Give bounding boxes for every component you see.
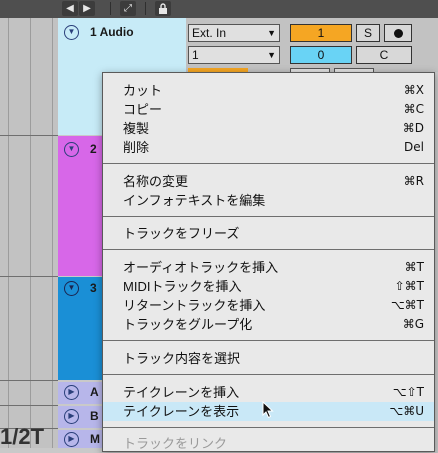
track-name[interactable]: M xyxy=(90,432,100,446)
track-name[interactable]: A xyxy=(90,385,99,399)
menu-item-label: オーディオトラックを挿入 xyxy=(123,260,279,275)
menu-item-shortcut: ⌘C xyxy=(403,102,424,116)
fold-arrow-icon[interactable]: ▼ xyxy=(64,142,79,157)
track-divider xyxy=(0,380,58,381)
menu-item-shortcut: ⌥⌘T xyxy=(390,298,424,312)
input-type-select[interactable]: Ext. In ▼ xyxy=(188,24,280,42)
menu-item-shortcut: ⌘R xyxy=(403,174,424,188)
menu-item-label: トラックをフリーズ xyxy=(123,226,240,241)
context-menu: カット ⌘X コピー ⌘C 複製 ⌘D 削除 Del 名称の変更 ⌘R インフォ… xyxy=(102,72,435,452)
expand-icon[interactable]: ⤢ xyxy=(120,1,136,16)
menu-item-label: 削除 xyxy=(123,140,150,155)
track-name[interactable]: B xyxy=(90,409,99,423)
track-name[interactable]: 3 xyxy=(90,281,97,295)
mouse-pointer-icon xyxy=(262,400,274,424)
menu-separator xyxy=(103,427,434,428)
menu-item-label: MIDIトラックを挿入 xyxy=(123,279,242,294)
arrow-right-icon[interactable]: ▶ xyxy=(79,1,95,16)
track-name[interactable]: 2 xyxy=(90,142,97,156)
menu-item-copy[interactable]: コピー ⌘C xyxy=(103,100,434,119)
play-arrow-icon[interactable]: ▶ xyxy=(64,432,79,447)
menu-item-duplicate[interactable]: 複製 ⌘D xyxy=(103,119,434,138)
lock-icon[interactable] xyxy=(155,1,171,16)
toolbar-divider xyxy=(145,2,146,15)
menu-item-rename[interactable]: 名称の変更 ⌘R xyxy=(103,172,434,191)
menu-item-shortcut: ⌥⇧T xyxy=(392,385,424,399)
play-arrow-icon[interactable]: ▶ xyxy=(64,385,79,400)
menu-item-insert-audio-track[interactable]: オーディオトラックを挿入 ⌘T xyxy=(103,258,434,277)
menu-item-shortcut: Del xyxy=(404,140,424,154)
menu-item-insert-return-track[interactable]: リターントラックを挿入 ⌥⌘T xyxy=(103,296,434,315)
menu-item-link-tracks[interactable]: トラックをリンク xyxy=(103,434,434,453)
grid-line xyxy=(8,18,9,448)
menu-separator xyxy=(103,163,434,164)
menu-item-group-tracks[interactable]: トラックをグループ化 ⌘G xyxy=(103,315,434,334)
solo-button[interactable]: S xyxy=(356,24,380,42)
track-divider xyxy=(0,276,58,277)
menu-item-label: カット xyxy=(123,83,163,98)
menu-item-shortcut: ⌘X xyxy=(403,83,424,97)
menu-item-select-track-content[interactable]: トラック内容を選択 xyxy=(103,349,434,368)
menu-separator xyxy=(103,340,434,341)
arm-button[interactable] xyxy=(384,24,412,42)
input-channel-select[interactable]: 1 ▼ xyxy=(188,46,280,64)
menu-item-label: インフォテキストを編集 xyxy=(123,193,266,208)
menu-item-edit-info-text[interactable]: インフォテキストを編集 xyxy=(103,191,434,210)
menu-item-freeze-track[interactable]: トラックをフリーズ xyxy=(103,224,434,243)
fold-arrow-icon[interactable]: ▼ xyxy=(64,281,79,296)
menu-item-shortcut: ⌘T xyxy=(404,260,424,274)
menu-item-label: テイクレーンを挿入 xyxy=(123,385,240,400)
menu-item-label: トラック内容を選択 xyxy=(123,351,241,366)
track-header-2[interactable] xyxy=(58,136,108,276)
volume-field[interactable]: 0 xyxy=(290,46,352,64)
menu-item-insert-take-lane[interactable]: テイクレーンを挿入 ⌥⇧T xyxy=(103,383,434,402)
pan-field[interactable]: C xyxy=(356,46,412,64)
menu-item-label: 名称の変更 xyxy=(123,174,189,189)
arrow-left-icon[interactable]: ◀ xyxy=(62,1,78,16)
input-channel-value: 1 xyxy=(192,48,199,62)
menu-separator xyxy=(103,374,434,375)
menu-separator xyxy=(103,249,434,250)
menu-item-insert-midi-track[interactable]: MIDIトラックを挿入 ⇧⌘T xyxy=(103,277,434,296)
menu-item-label: 複製 xyxy=(123,121,150,136)
menu-item-delete[interactable]: 削除 Del xyxy=(103,138,434,157)
grid-line xyxy=(52,18,53,448)
menu-item-cut[interactable]: カット ⌘X xyxy=(103,81,434,100)
grid-resolution-label: 1/2T xyxy=(0,424,45,449)
track-name[interactable]: 1 Audio xyxy=(90,25,134,39)
menu-separator xyxy=(103,216,434,217)
track-divider xyxy=(0,405,58,406)
fold-arrow-icon[interactable]: ▼ xyxy=(64,25,79,40)
menu-item-label: コピー xyxy=(123,102,163,117)
menu-item-shortcut: ⇧⌘T xyxy=(394,279,424,293)
menu-item-shortcut: ⌘D xyxy=(402,121,424,135)
menu-item-label: トラックをリンク xyxy=(123,436,228,451)
grid-line xyxy=(30,18,31,448)
track-divider xyxy=(0,135,58,136)
chevron-down-icon: ▼ xyxy=(267,50,276,60)
menu-item-shortcut: ⌥⌘U xyxy=(389,404,424,418)
menu-item-label: テイクレーンを表示 xyxy=(123,404,240,419)
toolbar-divider xyxy=(110,2,111,15)
track-activator-button[interactable]: 1 xyxy=(290,24,352,42)
menu-item-shortcut: ⌘G xyxy=(402,317,424,331)
menu-item-label: リターントラックを挿入 xyxy=(123,298,266,313)
input-type-value: Ext. In xyxy=(192,26,227,40)
menu-item-label: トラックをグループ化 xyxy=(123,317,253,332)
play-arrow-icon[interactable]: ▶ xyxy=(64,409,79,424)
chevron-down-icon: ▼ xyxy=(267,28,276,38)
